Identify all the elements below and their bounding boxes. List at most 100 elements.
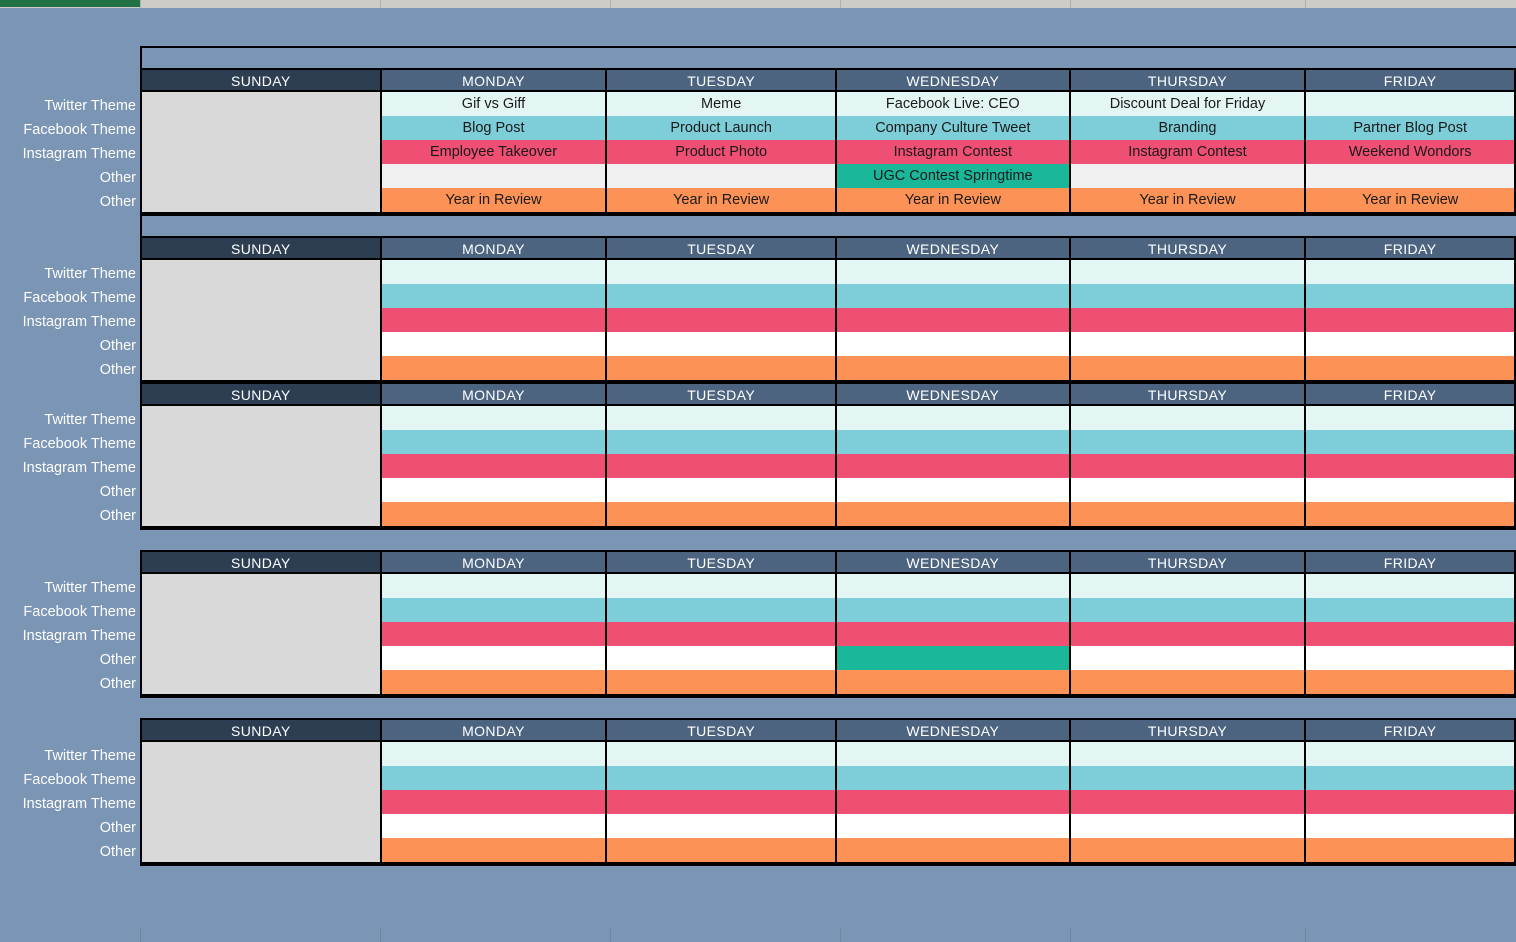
calendar-cell[interactable] — [381, 670, 608, 694]
calendar-cell[interactable] — [607, 308, 837, 332]
calendar-cell[interactable] — [1306, 766, 1516, 790]
calendar-cell[interactable]: Company Culture Tweet — [837, 116, 1071, 140]
calendar-cell[interactable] — [607, 406, 837, 430]
calendar-cell[interactable] — [142, 406, 382, 430]
calendar-cell[interactable] — [142, 332, 382, 356]
week-title-row[interactable] — [142, 48, 1516, 70]
calendar-cell[interactable] — [1070, 332, 1307, 356]
calendar-cell[interactable] — [142, 454, 382, 478]
calendar-cell[interactable] — [142, 766, 382, 790]
calendar-cell[interactable]: Meme — [607, 92, 837, 116]
calendar-cell[interactable] — [1306, 164, 1516, 188]
calendar-cell[interactable] — [1306, 332, 1516, 356]
calendar-cell[interactable] — [1306, 838, 1516, 862]
calendar-cell[interactable] — [1070, 622, 1307, 646]
calendar-cell[interactable]: Year in Review — [381, 188, 608, 212]
calendar-cell[interactable]: Gif vs Giff — [381, 92, 608, 116]
calendar-cell[interactable] — [381, 164, 608, 188]
calendar-cell[interactable] — [1070, 406, 1307, 430]
week-title-row[interactable] — [142, 216, 1516, 238]
calendar-cell[interactable] — [1306, 284, 1516, 308]
calendar-cell[interactable]: Year in Review — [1306, 188, 1516, 212]
calendar-cell[interactable] — [1070, 742, 1307, 766]
calendar-cell[interactable] — [142, 598, 382, 622]
calendar-cell[interactable] — [607, 814, 837, 838]
calendar-cell[interactable] — [142, 140, 382, 164]
calendar-cell[interactable] — [607, 260, 837, 284]
calendar-cell[interactable] — [1306, 430, 1516, 454]
calendar-cell[interactable] — [142, 622, 382, 646]
calendar-cell[interactable] — [607, 622, 837, 646]
calendar-cell[interactable] — [142, 814, 382, 838]
calendar-cell[interactable] — [1306, 670, 1516, 694]
calendar-cell[interactable]: Branding — [1070, 116, 1307, 140]
calendar-cell[interactable] — [1070, 574, 1307, 598]
calendar-cell[interactable] — [381, 574, 608, 598]
calendar-cell[interactable] — [142, 260, 382, 284]
calendar-cell[interactable] — [1070, 478, 1307, 502]
calendar-cell[interactable] — [142, 116, 382, 140]
calendar-cell[interactable]: Product Launch — [607, 116, 837, 140]
calendar-cell[interactable] — [1306, 598, 1516, 622]
calendar-cell[interactable] — [1306, 814, 1516, 838]
calendar-cell[interactable] — [837, 478, 1071, 502]
calendar-cell[interactable]: Blog Post — [381, 116, 608, 140]
calendar-cell[interactable] — [1306, 92, 1516, 116]
calendar-cell[interactable] — [607, 766, 837, 790]
calendar-cell[interactable] — [837, 790, 1071, 814]
calendar-cell[interactable] — [142, 790, 382, 814]
calendar-cell[interactable] — [837, 646, 1071, 670]
calendar-cell[interactable] — [1306, 478, 1516, 502]
calendar-cell[interactable] — [381, 454, 608, 478]
calendar-cell[interactable] — [1070, 430, 1307, 454]
calendar-cell[interactable] — [142, 502, 382, 526]
calendar-cell[interactable] — [1306, 308, 1516, 332]
calendar-cell[interactable] — [607, 454, 837, 478]
calendar-cell[interactable] — [837, 670, 1071, 694]
calendar-cell[interactable] — [1306, 790, 1516, 814]
calendar-cell[interactable] — [381, 478, 608, 502]
calendar-cell[interactable] — [837, 332, 1071, 356]
calendar-cell[interactable] — [142, 356, 382, 380]
calendar-cell[interactable] — [381, 406, 608, 430]
calendar-cell[interactable] — [142, 838, 382, 862]
calendar-cell[interactable] — [607, 646, 837, 670]
calendar-cell[interactable] — [142, 670, 382, 694]
calendar-cell[interactable] — [837, 598, 1071, 622]
calendar-cell[interactable] — [837, 284, 1071, 308]
calendar-cell[interactable] — [1070, 284, 1307, 308]
calendar-cell[interactable] — [837, 814, 1071, 838]
calendar-cell[interactable] — [142, 188, 382, 212]
calendar-cell[interactable] — [837, 766, 1071, 790]
calendar-cell[interactable] — [837, 838, 1071, 862]
calendar-cell[interactable] — [1070, 670, 1307, 694]
calendar-cell[interactable] — [837, 454, 1071, 478]
calendar-cell[interactable] — [607, 838, 837, 862]
calendar-cell[interactable] — [607, 502, 837, 526]
calendar-cell[interactable]: Employee Takeover — [381, 140, 608, 164]
calendar-cell[interactable] — [1070, 814, 1307, 838]
calendar-cell[interactable]: Instagram Contest — [1070, 140, 1307, 164]
calendar-cell[interactable] — [381, 284, 608, 308]
calendar-cell[interactable] — [837, 622, 1071, 646]
calendar-cell[interactable] — [1070, 838, 1307, 862]
calendar-cell[interactable] — [381, 356, 608, 380]
calendar-cell[interactable] — [1306, 260, 1516, 284]
calendar-cell[interactable] — [607, 670, 837, 694]
calendar-cell[interactable] — [381, 814, 608, 838]
calendar-cell[interactable] — [142, 284, 382, 308]
calendar-cell[interactable]: UGC Contest Springtime — [837, 164, 1071, 188]
calendar-cell[interactable]: Year in Review — [607, 188, 837, 212]
calendar-cell[interactable] — [607, 430, 837, 454]
calendar-cell[interactable] — [381, 790, 608, 814]
calendar-cell[interactable] — [607, 356, 837, 380]
calendar-cell[interactable] — [1070, 766, 1307, 790]
calendar-cell[interactable]: Facebook Live: CEO — [837, 92, 1071, 116]
calendar-cell[interactable] — [1306, 574, 1516, 598]
calendar-cell[interactable] — [607, 742, 837, 766]
calendar-cell[interactable] — [837, 356, 1071, 380]
calendar-cell[interactable]: Weekend Wondors — [1306, 140, 1516, 164]
calendar-cell[interactable]: Year in Review — [1070, 188, 1307, 212]
calendar-cell[interactable] — [381, 646, 608, 670]
calendar-cell[interactable] — [1070, 502, 1307, 526]
